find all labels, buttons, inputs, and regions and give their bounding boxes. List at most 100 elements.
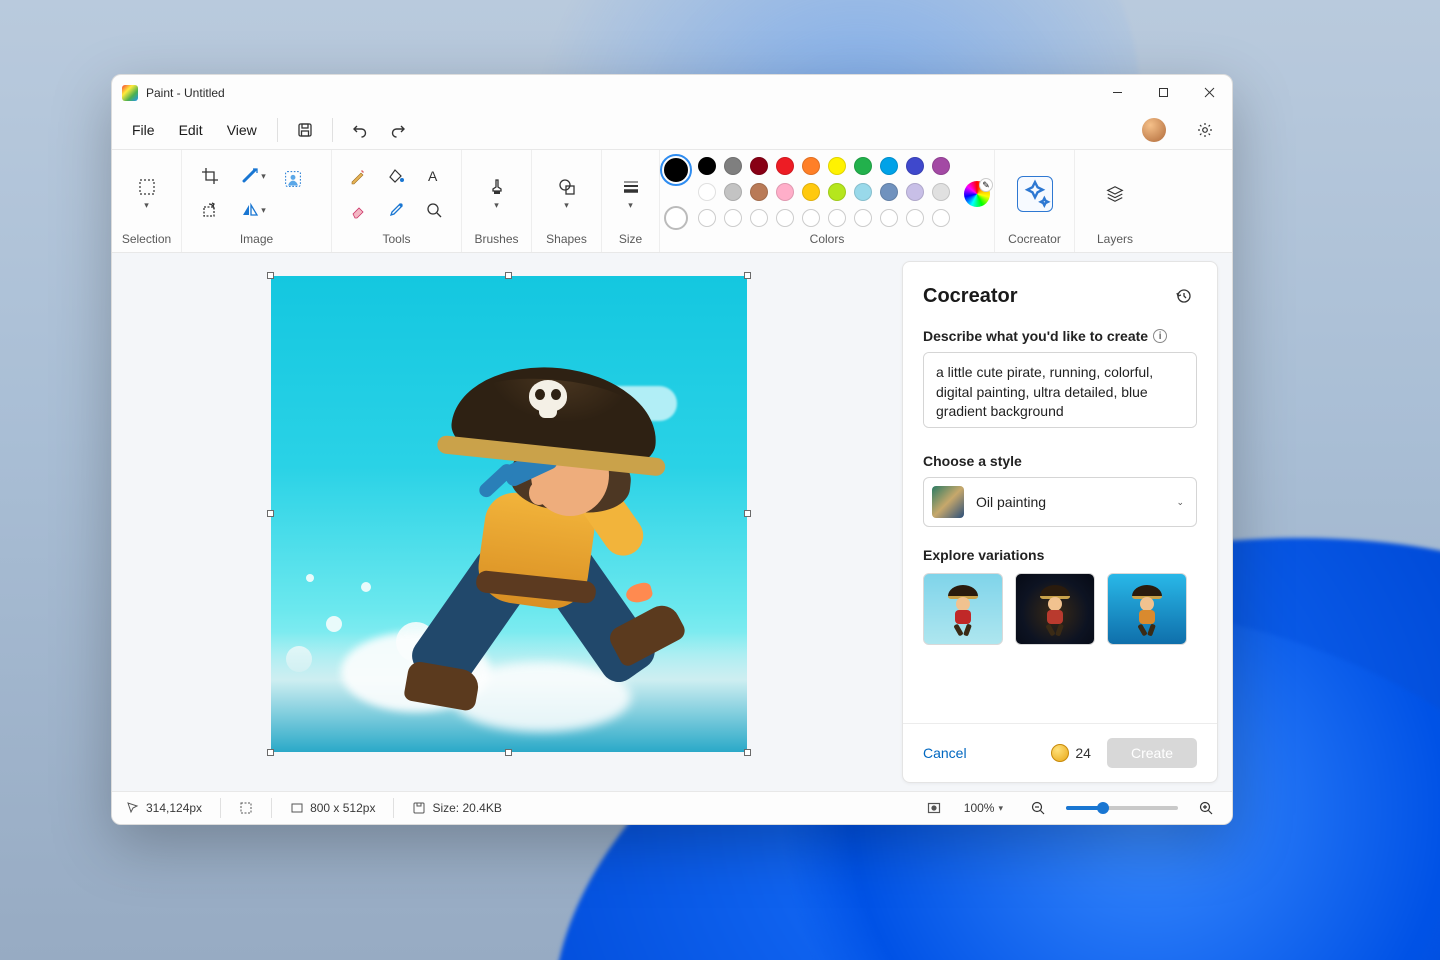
color-swatch-empty[interactable] [906,209,924,227]
variation-thumb[interactable] [1107,573,1187,645]
create-button[interactable]: Create [1107,738,1197,768]
color-swatch-empty[interactable] [802,209,820,227]
cocreator-button[interactable] [1017,176,1053,212]
undo-button[interactable] [343,114,377,146]
color-secondary[interactable] [664,206,688,230]
group-layers: Layers [1075,150,1155,252]
minimize-button[interactable] [1094,75,1140,110]
resize-handle[interactable] [267,749,274,756]
color-swatch[interactable] [802,183,820,201]
variations-label: Explore variations [923,547,1197,563]
prompt-input[interactable] [923,352,1197,428]
color-swatch[interactable] [906,157,924,175]
text-tool[interactable]: A [418,162,450,190]
variation-thumb[interactable] [1015,573,1095,645]
resize-tool[interactable]: ▾ [238,162,270,190]
resize-handle[interactable] [267,510,274,517]
color-swatch-empty[interactable] [854,209,872,227]
resize-handle[interactable] [505,749,512,756]
zoom-out-button[interactable] [1026,796,1050,820]
color-swatch-empty[interactable] [880,209,898,227]
remove-background-tool[interactable] [284,170,320,218]
color-swatch[interactable] [828,157,846,175]
fill-tool[interactable] [380,162,412,190]
chevron-down-icon: ⌄ [1176,497,1184,508]
crop-tool[interactable] [194,162,226,190]
group-cocreator: Cocreator [995,150,1075,252]
style-select[interactable]: Oil painting ⌄ [923,477,1197,527]
color-swatch-empty[interactable] [828,209,846,227]
fit-to-window[interactable] [927,801,941,815]
color-swatch[interactable] [750,157,768,175]
color-swatch-empty[interactable] [724,209,742,227]
history-button[interactable] [1169,282,1197,310]
magnifier-tool[interactable] [418,196,450,224]
settings-button[interactable] [1188,114,1222,146]
color-swatch[interactable] [750,183,768,201]
credits-count: 24 [1051,744,1091,762]
canvas-dimensions: 800 x 512px [290,801,375,815]
color-swatch[interactable] [698,157,716,175]
color-swatch[interactable] [854,183,872,201]
resize-handle[interactable] [267,272,274,279]
color-swatch[interactable] [724,157,742,175]
group-label-size: Size [619,232,642,248]
color-swatch[interactable] [932,183,950,201]
save-button[interactable] [288,114,322,146]
maximize-button[interactable] [1140,75,1186,110]
color-swatch[interactable] [776,183,794,201]
group-label-image: Image [240,232,273,248]
canvas-selection[interactable] [271,276,747,752]
edit-colors-button[interactable] [964,181,990,207]
color-swatch[interactable] [724,183,742,201]
color-picker-tool[interactable] [380,196,412,224]
group-size: ▾ Size [602,150,660,252]
resize-handle[interactable] [744,510,751,517]
cancel-link[interactable]: Cancel [923,745,967,761]
color-swatch-empty[interactable] [776,209,794,227]
close-button[interactable] [1186,75,1232,110]
eraser-tool[interactable] [342,196,374,224]
zoom-slider[interactable] [1066,806,1178,810]
info-icon[interactable]: i [1153,329,1167,343]
shapes-tool[interactable]: ▾ [543,171,591,217]
canvas-area[interactable] [112,253,902,791]
color-swatch-empty[interactable] [698,209,716,227]
account-avatar[interactable] [1142,118,1166,142]
zoom-level[interactable]: 100%▾ [957,798,1010,818]
group-label-colors: Colors [810,232,845,248]
color-swatch[interactable] [906,183,924,201]
flip-tool[interactable]: ▾ [238,196,270,224]
color-swatch-empty[interactable] [932,209,950,227]
selection-tool[interactable]: ▾ [123,171,171,217]
rotate-tool[interactable] [194,196,226,224]
color-swatch-empty[interactable] [750,209,768,227]
variation-thumb[interactable] [923,573,1003,645]
resize-handle[interactable] [505,272,512,279]
cocreator-panel: Cocreator Describe what you'd like to cr… [902,261,1218,783]
color-swatch[interactable] [880,183,898,201]
canvas[interactable] [271,276,747,752]
paint-app-icon [122,85,138,101]
pencil-tool[interactable] [342,162,374,190]
menu-file[interactable]: File [122,116,165,144]
color-primary[interactable] [664,158,688,182]
size-tool[interactable]: ▾ [607,171,655,217]
resize-handle[interactable] [744,272,751,279]
color-swatch[interactable] [802,157,820,175]
color-swatch[interactable] [828,183,846,201]
color-swatch[interactable] [932,157,950,175]
resize-handle[interactable] [744,749,751,756]
menu-edit[interactable]: Edit [169,116,213,144]
color-swatch[interactable] [880,157,898,175]
zoom-in-button[interactable] [1194,796,1218,820]
panel-title: Cocreator [923,285,1017,308]
color-swatch[interactable] [854,157,872,175]
color-swatch[interactable] [698,183,716,201]
color-swatch[interactable] [776,157,794,175]
redo-button[interactable] [381,114,415,146]
layers-button[interactable] [1091,178,1139,210]
menu-view[interactable]: View [217,116,267,144]
brushes-tool[interactable]: ▾ [473,171,521,217]
group-label-cocreator: Cocreator [1008,232,1061,248]
